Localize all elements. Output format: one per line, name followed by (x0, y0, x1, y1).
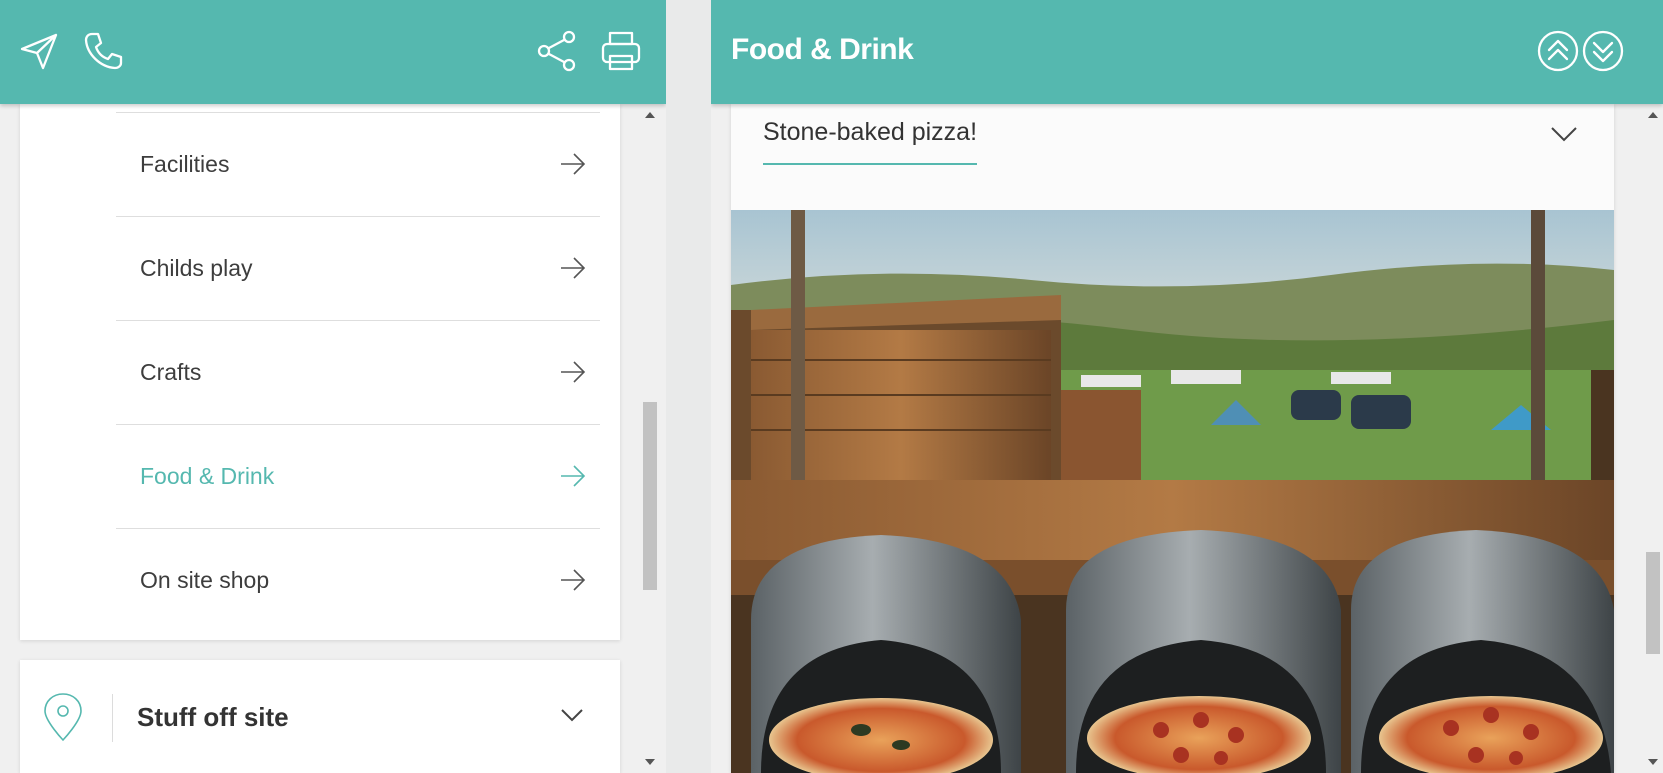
scroll-thumb[interactable] (643, 402, 657, 590)
section-title: Stuff off site (137, 702, 289, 732)
app-window: Facilities Childs play Crafts Food & Dri… (0, 0, 1663, 773)
page-title: Food & Drink (731, 33, 914, 66)
right-scrollbar[interactable] (1643, 104, 1663, 773)
pizza-ovens-image (731, 210, 1614, 773)
menu-item-facilities[interactable]: Facilities (116, 112, 600, 216)
menu-item-food-drink[interactable]: Food & Drink (116, 424, 600, 528)
send-icon[interactable] (18, 30, 60, 72)
menu-item-label: Crafts (140, 359, 202, 385)
left-scrollbar[interactable] (640, 104, 660, 773)
right-header: Food & Drink (711, 0, 1663, 104)
menu-item-label: Childs play (140, 255, 253, 281)
scroll-down-arrow[interactable] (645, 759, 655, 765)
phone-icon[interactable] (82, 30, 124, 72)
chevron-down-icon[interactable] (560, 708, 584, 727)
scroll-down-arrow[interactable] (1648, 759, 1658, 765)
chevron-down-icon[interactable] (1550, 126, 1578, 147)
menu-item-on-site-shop[interactable]: On site shop (116, 528, 600, 632)
menu-item-childs-play[interactable]: Childs play (116, 216, 600, 320)
map-pin-icon (42, 692, 84, 747)
scroll-thumb[interactable] (1646, 552, 1660, 654)
content-card: Stone-baked pizza! (731, 104, 1614, 773)
left-panel: Facilities Childs play Crafts Food & Dri… (0, 0, 666, 773)
arrow-right-icon (560, 463, 586, 494)
subheading-tab[interactable]: Stone-baked pizza! (763, 118, 978, 165)
print-icon[interactable] (600, 30, 642, 72)
share-icon[interactable] (536, 30, 578, 72)
right-panel: Food & Drink Stone-baked pizza! (711, 0, 1663, 773)
scroll-top-icon[interactable] (1537, 30, 1579, 72)
menu-item-label: On site shop (140, 567, 270, 593)
arrow-right-icon (560, 359, 586, 390)
menu-item-label: Facilities (140, 151, 230, 177)
scroll-bottom-icon[interactable] (1582, 30, 1624, 72)
off-site-section[interactable]: Stuff off site (20, 660, 620, 773)
arrow-right-icon (560, 255, 586, 286)
scroll-up-arrow[interactable] (1648, 112, 1658, 118)
menu-list: Facilities Childs play Crafts Food & Dri… (20, 104, 620, 640)
arrow-right-icon (560, 567, 586, 598)
menu-item-crafts[interactable]: Crafts (116, 320, 600, 424)
arrow-right-icon (560, 151, 586, 182)
divider (112, 694, 113, 742)
scroll-up-arrow[interactable] (645, 112, 655, 118)
menu-item-label: Food & Drink (140, 463, 275, 489)
left-toolbar (0, 0, 666, 104)
pizza-photo (731, 210, 1614, 773)
